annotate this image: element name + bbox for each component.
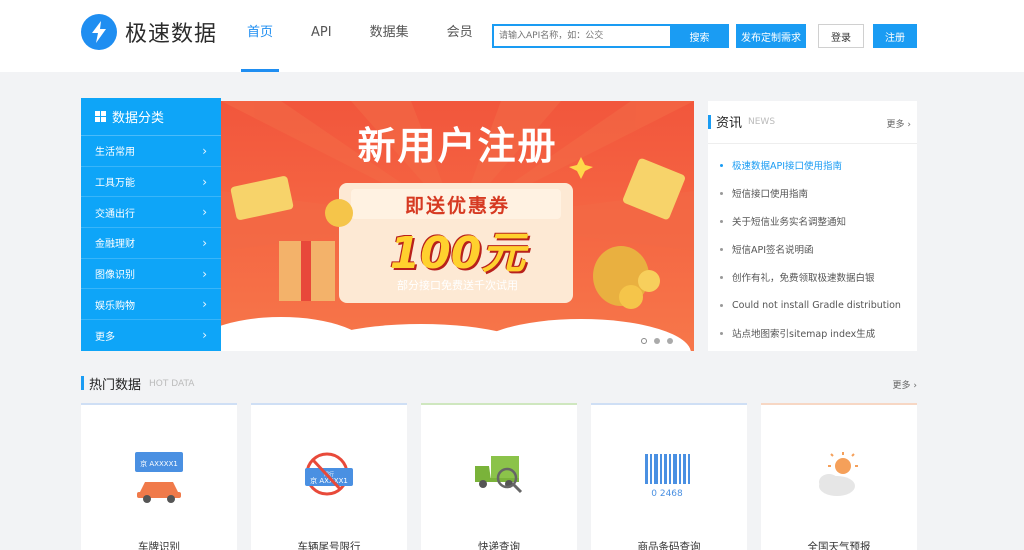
promo-banner[interactable]: 新用户注册 即送优惠券 100元 部分接口免费送千次试用 [221, 101, 694, 351]
carousel-dot[interactable] [654, 338, 660, 344]
category-label: 图像识别 [95, 270, 135, 282]
card-label: 车辆尾号限行 [297, 541, 361, 550]
barcode-icon: 0 2468 [591, 450, 747, 506]
section-marker [81, 376, 84, 390]
card-label: 车牌识别 [138, 541, 180, 550]
category-label: 生活常用 [95, 147, 135, 159]
carousel-dots [641, 338, 673, 344]
plate-text: 京 AXXXX1 [140, 459, 178, 468]
card-label: 商品条码查询 [637, 541, 701, 550]
search-input[interactable] [492, 24, 670, 48]
category-item-more[interactable]: 更多 › [81, 320, 221, 351]
news-panel: 资讯 NEWS 更多 › 极速数据API接口使用指南 短信接口使用指南 关于短信… [708, 101, 917, 351]
news-item[interactable]: 短信接口使用指南 [720, 179, 915, 207]
banner-title: 新用户注册 [357, 124, 558, 168]
banner-note: 部分接口免费送千次试用 [397, 279, 518, 292]
site-header: 极速数据 首页 API 数据集 会员 搜索 发布定制需求 登录 注册 [0, 0, 1024, 72]
chevron-right-icon: › [202, 205, 207, 220]
news-item[interactable]: 极速数据API接口使用指南 [720, 151, 915, 179]
weather-sun-cloud-icon [761, 450, 917, 506]
api-card-barcode[interactable]: 0 2468 商品条码查询 [591, 403, 747, 550]
custom-request-button[interactable]: 发布定制需求 [736, 24, 806, 48]
chevron-right-icon: › [202, 328, 207, 343]
main-nav: 首页 API 数据集 会员 [241, 0, 505, 72]
news-header: 资讯 NEWS 更多 › [708, 111, 917, 137]
category-label: 娱乐购物 [95, 300, 135, 312]
hot-data-subtitle: HOT DATA [149, 379, 195, 389]
chevron-right-icon: › [202, 297, 207, 312]
brand-name: 极速数据 [125, 22, 218, 47]
news-more-link[interactable]: 更多 › [887, 117, 911, 130]
barcode-digits: 0 2468 [651, 489, 683, 499]
nav-member[interactable]: 会员 [441, 0, 479, 72]
news-item[interactable]: Could not install Gradle distribution [720, 291, 915, 319]
login-button[interactable]: 登录 [818, 24, 864, 48]
api-card-license-plate[interactable]: 京 AXXXX1 车牌识别 [81, 403, 237, 550]
chevron-right-icon: › [202, 143, 207, 158]
carousel-dot[interactable] [667, 338, 673, 344]
news-item[interactable]: 短信API签名说明函 [720, 235, 915, 263]
license-plate-car-icon: 京 AXXXX1 [81, 450, 237, 506]
category-sidebar: 数据分类 生活常用 › 工具万能 › 交通出行 › 金融理财 › 图像识别 › 娱乐购物 ›… [81, 98, 221, 351]
hot-data-header: 热门数据 HOT DATA 更多 › [81, 373, 917, 393]
category-item-traffic[interactable]: 交通出行 › [81, 197, 221, 229]
brand-logo[interactable]: 极速数据 [81, 14, 217, 50]
chevron-right-icon: › [202, 174, 207, 189]
category-label: 工具万能 [95, 178, 135, 190]
chevron-right-icon: › [202, 235, 207, 250]
restricted-plate-icon: 限行 京 AXXXX1 [251, 450, 407, 506]
card-label: 全国天气预报 [807, 541, 871, 550]
news-item[interactable]: 创作有礼，免费领取极速数据白银 [720, 263, 915, 291]
news-subtitle: NEWS [748, 117, 776, 127]
nav-dataset[interactable]: 数据集 [364, 0, 415, 72]
divider [708, 143, 917, 144]
card-label: 快递查询 [478, 541, 520, 550]
category-header: 数据分类 [81, 98, 221, 136]
category-item-life[interactable]: 生活常用 › [81, 136, 221, 167]
category-label: 交通出行 [95, 208, 135, 220]
banner-amount: 100元 [389, 228, 526, 279]
api-card-plate-restriction[interactable]: 限行 京 AXXXX1 车辆尾号限行 [251, 403, 407, 550]
banner-subtitle: 即送优惠券 [404, 195, 510, 217]
news-list: 极速数据API接口使用指南 短信接口使用指南 关于短信业务实名调整通知 短信AP… [720, 151, 915, 347]
category-item-finance[interactable]: 金融理财 › [81, 228, 221, 259]
category-item-tools[interactable]: 工具万能 › [81, 167, 221, 198]
delivery-truck-icon [421, 450, 577, 506]
grid-icon [95, 111, 106, 122]
nav-home[interactable]: 首页 [241, 0, 280, 72]
register-button[interactable]: 注册 [873, 24, 917, 48]
carousel-dot[interactable] [641, 338, 647, 344]
category-item-entertainment[interactable]: 娱乐购物 › [81, 289, 221, 321]
section-marker [708, 115, 711, 129]
news-item[interactable]: 关于短信业务实名调整通知 [720, 207, 915, 235]
news-item[interactable]: 站点地图索引sitemap index生成 [720, 319, 915, 347]
category-label: 金融理财 [95, 239, 135, 251]
chevron-right-icon: › [202, 266, 207, 281]
api-card-weather[interactable]: 全国天气预报 [761, 403, 917, 550]
lightning-bolt-icon [81, 14, 117, 50]
search-button[interactable]: 搜索 [670, 24, 729, 48]
nav-api[interactable]: API [305, 0, 338, 72]
news-title: 资讯 [716, 116, 743, 131]
category-item-image[interactable]: 图像识别 › [81, 259, 221, 290]
category-label: 更多 [95, 331, 115, 343]
hot-data-title: 热门数据 [89, 378, 142, 393]
category-title: 数据分类 [112, 111, 165, 126]
hot-data-more-link[interactable]: 更多 › [893, 378, 917, 391]
api-card-express[interactable]: 快递查询 [421, 403, 577, 550]
